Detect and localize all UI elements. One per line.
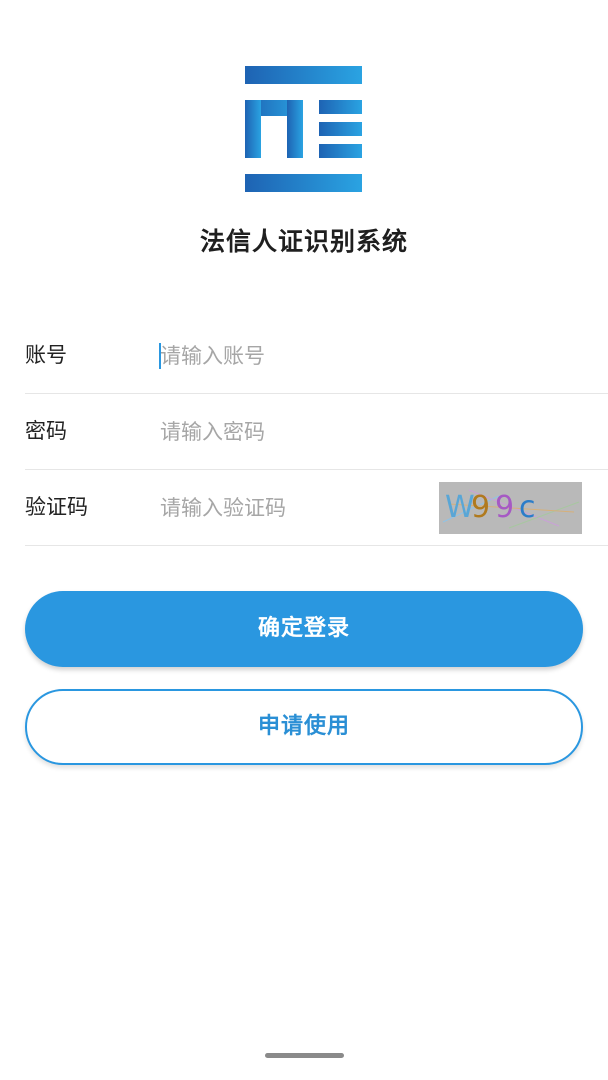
text-cursor <box>159 343 161 369</box>
account-input[interactable] <box>160 336 410 376</box>
captcha-image[interactable]: W 9 9 c <box>439 482 582 534</box>
captcha-char: 9 <box>495 490 515 525</box>
login-button[interactable]: 确定登录 <box>25 591 583 667</box>
password-label: 密码 <box>25 419 67 443</box>
password-row: 密码 <box>25 394 608 470</box>
app-logo-icon <box>245 66 362 192</box>
account-label: 账号 <box>25 343 67 367</box>
captcha-row: 验证码 W 9 9 c <box>25 470 608 546</box>
captcha-char: c <box>519 490 536 525</box>
password-input[interactable] <box>160 412 410 452</box>
home-indicator[interactable] <box>265 1053 344 1058</box>
captcha-char: 9 <box>471 490 491 525</box>
account-row: 账号 <box>25 318 608 394</box>
captcha-label: 验证码 <box>25 495 88 519</box>
apply-button[interactable]: 申请使用 <box>25 689 583 765</box>
app-title: 法信人证识别系统 <box>199 227 408 256</box>
login-form: 账号 密码 验证码 W 9 9 c <box>25 318 608 546</box>
captcha-input[interactable] <box>160 488 410 528</box>
